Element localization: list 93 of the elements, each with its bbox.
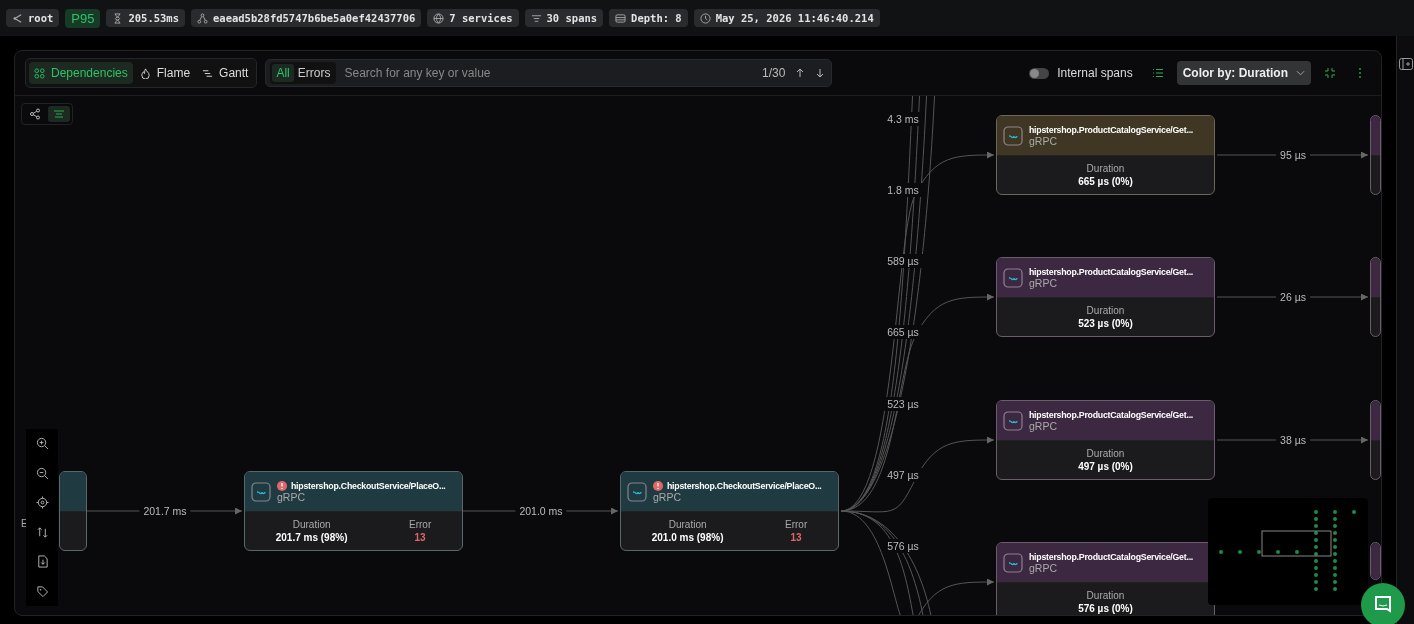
panel-toggle-icon[interactable] (1398, 58, 1413, 70)
span-node[interactable] (1370, 115, 1381, 195)
minimap[interactable] (1208, 498, 1368, 605)
link-icon (1003, 552, 1023, 573)
link-icon (1003, 125, 1023, 146)
span-node[interactable]: hipstershop.CheckoutService/PlaceO... gRPC Duration 201.0 ms (98%) Error 13 (620, 471, 839, 551)
duration-chip: 205.53ms (106, 9, 185, 27)
timestamp-chip: May 25, 2026 11:46:40.214 (693, 9, 880, 27)
chevron-down-icon (1296, 70, 1305, 76)
root-chip: root (6, 9, 60, 27)
span-node[interactable] (1370, 400, 1381, 480)
sort-arrows-icon[interactable] (35, 525, 49, 539)
internal-spans-label: Internal spans (1057, 66, 1133, 80)
link-icon (627, 481, 647, 502)
graph-icon (29, 108, 41, 120)
filter-tab[interactable]: All (272, 64, 294, 82)
protocol-label: gRPC (653, 490, 681, 503)
globe-icon (433, 12, 445, 24)
span-node[interactable]: hipstershop.ProductCatalogService/Get... gRPC Duration 523 µs (0%) (996, 257, 1215, 337)
lines-icon (530, 12, 542, 24)
span-node[interactable]: hipstershop.ProductCatalogService/Get... gRPC Duration 497 µs (0%) (996, 400, 1215, 480)
duration-label: Duration (1086, 163, 1125, 174)
protocol-label: gRPC (277, 490, 305, 503)
span-node[interactable] (59, 471, 87, 551)
duration-label: Duration (1086, 448, 1125, 459)
span-node[interactable]: hipstershop.ProductCatalogService/Get... gRPC Duration 576 µs (0%) (996, 542, 1215, 615)
view-tab[interactable]: Gantt (197, 62, 254, 84)
zoom-in-icon[interactable] (35, 437, 49, 451)
span-title: hipstershop.ProductCatalogService/Get... (1029, 266, 1194, 277)
search-field[interactable]: All Errors Search for any key or value 1/30 (265, 59, 833, 87)
toggle-switch[interactable] (1029, 67, 1050, 79)
span-title: hipstershop.ProductCatalogService/Get... (1029, 551, 1194, 562)
edge-label: 201.7 ms (139, 504, 191, 518)
protocol-label: gRPC (1029, 561, 1057, 574)
span-title: hipstershop.ProductCatalogService/Get... (1029, 409, 1194, 420)
zoom-out-icon[interactable] (35, 466, 49, 480)
share-icon (12, 12, 23, 24)
filter-tab[interactable]: Errors (293, 64, 335, 82)
trace-id-chip: eaead5b28fd5747b6be5a0ef42437706 (191, 9, 422, 27)
duration-value: 201.7 ms (98%) (275, 532, 348, 543)
clock-icon (699, 12, 711, 24)
link-icon (1003, 267, 1023, 288)
collapse-icon[interactable] (1324, 67, 1336, 79)
list-icon[interactable] (1151, 67, 1164, 79)
arrow-down-icon[interactable] (815, 68, 826, 78)
span-title: hipstershop.CheckoutService/PlaceO... (667, 480, 822, 491)
span-node[interactable] (1370, 542, 1381, 580)
services-chip: 7 services (427, 9, 519, 27)
span-node[interactable]: hipstershop.ProductCatalogService/Get... gRPC Duration 665 µs (0%) (996, 115, 1215, 195)
span-node[interactable] (1370, 257, 1381, 337)
target-icon[interactable] (35, 496, 49, 510)
duration-label: Duration (1086, 305, 1125, 316)
nodes-icon (197, 12, 208, 24)
edge-label: 26 µs (1276, 290, 1310, 304)
chat-icon (1373, 595, 1393, 615)
duration-value: 497 µs (0%) (1078, 461, 1133, 472)
depth-chip: Depth: 8 (609, 9, 688, 27)
edge-label: 95 µs (1276, 148, 1310, 162)
protocol-label: gRPC (1029, 276, 1057, 289)
layers-icon (615, 12, 627, 24)
tag-icon[interactable] (35, 584, 49, 598)
edge-label: 38 µs (1276, 433, 1310, 447)
spans-chip: 30 spans (524, 9, 604, 27)
view-tab[interactable]: Flame (134, 62, 196, 84)
duration-value: 201.0 ms (98%) (651, 532, 724, 543)
error-count: 13 (790, 532, 802, 543)
duration-value: 576 µs (0%) (1078, 603, 1133, 614)
lines-icon (202, 67, 214, 79)
span-title: hipstershop.CheckoutService/PlaceO... (291, 480, 446, 491)
error-label: Error (409, 519, 432, 530)
edge-label: 201.0 ms (515, 504, 567, 518)
arrow-up-icon[interactable] (795, 68, 806, 78)
span-title: hipstershop.ProductCatalogService/Get... (1029, 124, 1194, 135)
link-icon (1003, 410, 1023, 431)
duration-label: Duration (1086, 590, 1125, 601)
duration-label: Duration (668, 519, 707, 530)
error-label: Error (785, 519, 808, 530)
duration-value: 523 µs (0%) (1078, 318, 1133, 329)
lines-icon (53, 108, 65, 120)
view-tab[interactable]: Dependencies (29, 62, 133, 84)
protocol-label: gRPC (1029, 134, 1057, 147)
span-node[interactable]: hipstershop.CheckoutService/PlaceO... gRPC Duration 201.7 ms (98%) Error 13 (244, 471, 463, 551)
percentile-badge: P95 (65, 8, 101, 28)
duration-value: 665 µs (0%) (1078, 176, 1133, 187)
color-by-dropdown[interactable]: Color by: Duration (1176, 61, 1311, 85)
download-file-icon[interactable] (35, 555, 49, 569)
match-count: 1/30 (762, 66, 786, 80)
flame-icon (139, 67, 151, 79)
duration-label: Duration (292, 519, 331, 530)
grid-icon (34, 67, 45, 79)
link-icon (251, 481, 271, 502)
error-count: 13 (414, 532, 426, 543)
protocol-label: gRPC (1029, 419, 1057, 432)
